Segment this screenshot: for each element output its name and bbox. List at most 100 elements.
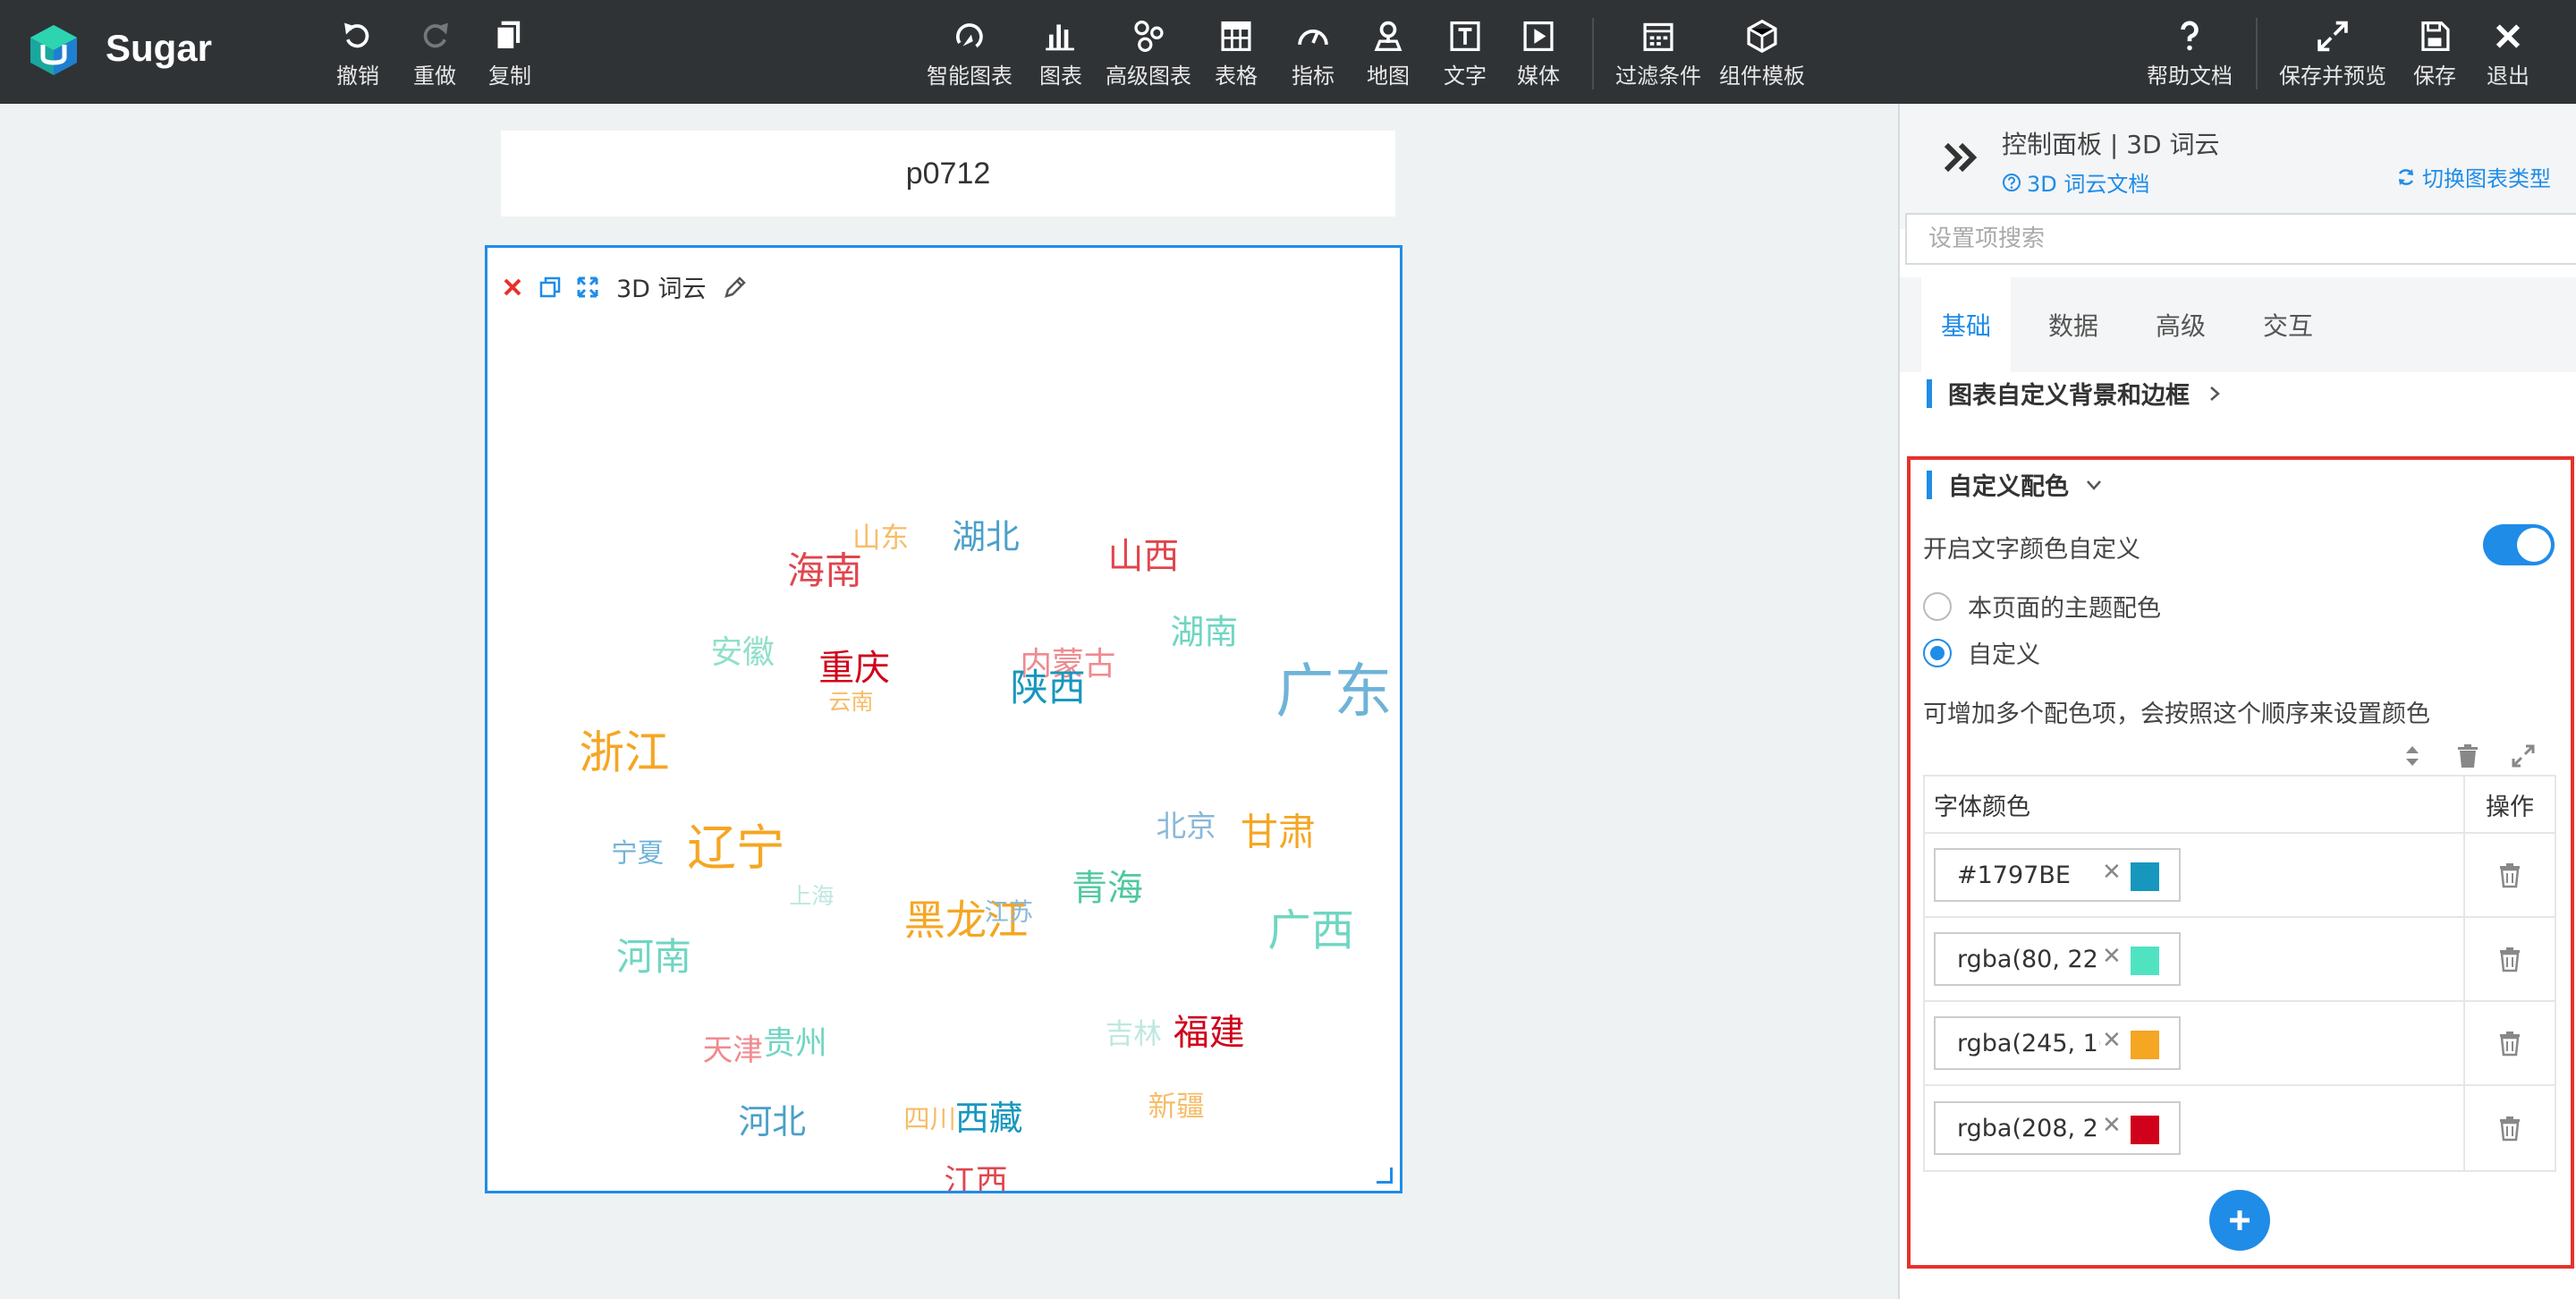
cloud-word: 福建 (1174, 1013, 1245, 1054)
cloud-word: 河北 (738, 1102, 806, 1142)
text-icon (1450, 21, 1480, 52)
copy-button[interactable]: 复制 (488, 18, 531, 89)
cloud-word: 江苏 (985, 899, 1034, 927)
cloud-word: 安徽 (711, 634, 775, 671)
panel-tabs: 基础 数据 高级 交互 (1900, 277, 2576, 372)
color-swatch[interactable] (2131, 862, 2159, 891)
chevron-right-icon (2210, 386, 2220, 401)
font-color-table: 字体颜色 操作 #1797BE ✕ rgba(80, 227, 194, 1) … (1923, 775, 2556, 1172)
radio-theme-color[interactable]: 本页面的主题配色 (1923, 589, 2161, 624)
expand-icon (2318, 21, 2348, 52)
table-row: rgba(208, 2, 27, 1) ✕ (1925, 1086, 2555, 1170)
tab-basic[interactable]: 基础 (1921, 277, 2011, 372)
cloud-word: 宁夏 (611, 838, 664, 869)
cloud-word: 广西 (1267, 905, 1354, 955)
custom-text-color-label: 开启文字颜色自定义 (1923, 536, 2140, 564)
radio-custom-color[interactable]: 自定义 (1923, 635, 2040, 670)
clear-icon[interactable]: ✕ (2102, 859, 2122, 886)
question-circle-icon (2003, 173, 2021, 191)
refresh-icon (2398, 168, 2414, 185)
wordcloud-chart-component[interactable]: 广东 海南 山东 湖北 山西 湖南 安徽 重庆 云南 内蒙古 陕西 浙江 辽宁 宁夏 北京 甘肃 上海 黑龙江 江苏… (485, 245, 1402, 1193)
table-row: rgba(80, 227, 194, 1) ✕ (1925, 918, 2555, 1002)
cloud-word: 上海 (789, 883, 834, 909)
settings-search-input[interactable] (1905, 213, 2576, 265)
sort-icon[interactable] (2397, 741, 2428, 771)
table-header: 字体颜色 操作 (1925, 777, 2555, 834)
delete-row-trash-icon[interactable] (2495, 860, 2525, 890)
page-title: p0712 (905, 156, 991, 191)
tab-interaction[interactable]: 交互 (2243, 277, 2333, 372)
delete-row-trash-icon[interactable] (2495, 1113, 2525, 1143)
switch-chart-type-link[interactable]: 切换图表类型 (2395, 161, 2551, 192)
help-icon (2181, 21, 2199, 51)
cloud-word: 西藏 (955, 1099, 1023, 1138)
double-chevron-right-icon[interactable] (1939, 136, 1982, 179)
help-doc-button[interactable]: 帮助文档 (2147, 18, 2233, 89)
clear-icon[interactable]: ✕ (2102, 1027, 2122, 1054)
filter-button[interactable]: 过滤条件 (1615, 18, 1701, 89)
redo-icon (423, 22, 448, 48)
cloud-word: 湖南 (1170, 613, 1238, 652)
resize-handle[interactable] (1377, 1167, 1393, 1184)
color-input[interactable]: rgba(245, 166, 35, 1) ✕ (1934, 1016, 2181, 1070)
custom-text-color-toggle[interactable] (2483, 524, 2555, 565)
expand-table-icon[interactable] (2508, 741, 2538, 771)
color-swatch[interactable] (2131, 947, 2159, 975)
media-button[interactable]: 媒体 (1517, 18, 1560, 89)
color-swatch[interactable] (2131, 1116, 2159, 1144)
delete-row-trash-icon[interactable] (2495, 944, 2525, 974)
text-button[interactable]: 文字 (1444, 18, 1487, 89)
cloud-word: 北京 (1157, 809, 1216, 844)
chart-button[interactable]: 图表 (1039, 18, 1082, 89)
add-color-button[interactable] (2209, 1190, 2270, 1251)
close-icon (2496, 24, 2521, 48)
cloud-word: 天津 (703, 1032, 763, 1067)
radio-circle (1923, 591, 1952, 621)
table-button[interactable]: 表格 (1215, 18, 1258, 89)
clear-all-trash-icon[interactable] (2453, 741, 2483, 771)
color-input[interactable]: #1797BE ✕ (1934, 848, 2181, 902)
cloud-word: 重庆 (818, 648, 890, 689)
cloud-word: 青海 (1072, 868, 1143, 909)
cloud-word: 广东 (1275, 658, 1392, 726)
color-input[interactable]: rgba(208, 2, 27, 1) ✕ (1934, 1101, 2181, 1155)
exit-button[interactable]: 退出 (2487, 18, 2529, 89)
fullscreen-icon[interactable] (573, 273, 602, 301)
section-background-border[interactable]: 图表自定义背景和边框 (1927, 376, 2224, 411)
cloud-word: 吉林 (1106, 1018, 1162, 1050)
smart-chart-button[interactable]: 智能图表 (927, 18, 1013, 89)
tab-advanced[interactable]: 高级 (2136, 277, 2225, 372)
clear-icon[interactable]: ✕ (2102, 943, 2122, 970)
indicator-button[interactable]: 指标 (1292, 18, 1335, 89)
delete-component-icon[interactable] (498, 273, 527, 301)
duplicate-component-icon[interactable] (536, 273, 564, 301)
cloud-word: 贵州 (763, 1025, 826, 1062)
cloud-word: 江西 (944, 1163, 1007, 1191)
component-template-button[interactable]: 组件模板 (1719, 18, 1805, 89)
undo-button[interactable]: 撤销 (336, 18, 379, 89)
control-panel-title: 控制面板 | 3D 词云 (2002, 130, 2220, 159)
sugar-logo-icon (30, 25, 77, 75)
cloud-word: 海南 (787, 549, 862, 593)
radio-circle (1923, 638, 1952, 667)
map-pin-icon (1374, 21, 1402, 52)
tab-data[interactable]: 数据 (2029, 277, 2118, 372)
color-input[interactable]: rgba(80, 227, 194, 1) ✕ (1934, 932, 2181, 986)
section-accent-bar (1927, 378, 1932, 408)
map-button[interactable]: 地图 (1367, 18, 1410, 89)
chart-component-title: 3D 词云 (616, 276, 707, 303)
edit-title-icon[interactable] (721, 273, 750, 301)
save-preview-button[interactable]: 保存并预览 (2279, 18, 2386, 89)
clear-icon[interactable]: ✕ (2102, 1112, 2122, 1139)
redo-button[interactable]: 重做 (413, 18, 456, 89)
delete-row-trash-icon[interactable] (2495, 1028, 2525, 1058)
advanced-chart-button[interactable]: 高级图表 (1106, 18, 1191, 89)
cloud-word: 陕西 (1011, 666, 1086, 709)
chart-header: 3D 词云 (498, 269, 750, 304)
advanced-chart-icon (1134, 21, 1164, 52)
save-button[interactable]: 保存 (2413, 18, 2456, 89)
color-swatch[interactable] (2131, 1031, 2159, 1059)
toolbar-separator (2256, 18, 2258, 89)
page-title-card[interactable]: p0712 (501, 131, 1395, 216)
wordcloud-doc-link[interactable]: 3D 词云文档 (2002, 166, 2149, 198)
